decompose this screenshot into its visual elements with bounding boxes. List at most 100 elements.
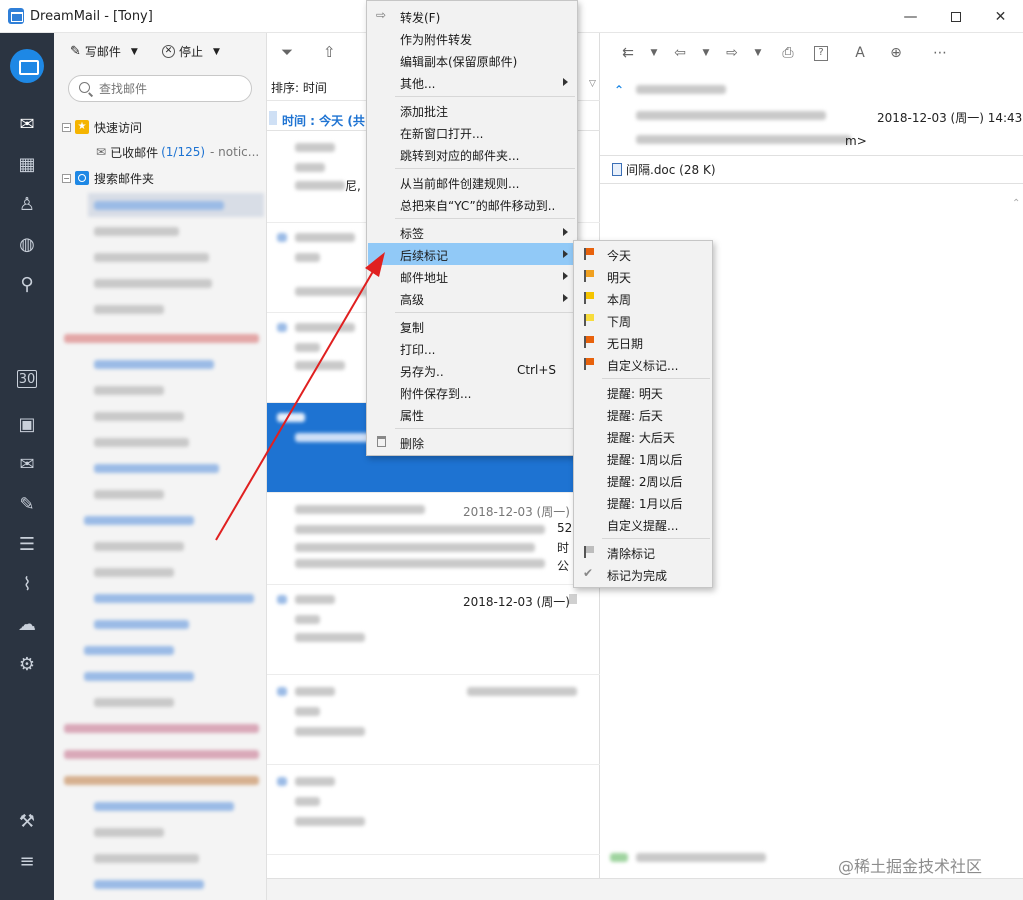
menu-item-other[interactable]: 其他... bbox=[368, 71, 576, 93]
tree-search-folders[interactable]: − 搜索邮件夹 bbox=[54, 166, 266, 190]
menu-item-goto-folder[interactable]: 跳转到对应的邮件夹... bbox=[368, 143, 576, 165]
maximize-button[interactable] bbox=[933, 0, 978, 33]
menu-item-delete[interactable]: 删除 bbox=[368, 431, 576, 453]
menu-item-save-as[interactable]: 另存为.. Ctrl+S bbox=[368, 359, 576, 381]
submenu-item-custom-reminder[interactable]: 自定义提醒... bbox=[575, 513, 711, 535]
menu-separator bbox=[395, 428, 575, 429]
submenu-item-remind-tomorrow[interactable]: 提醒: 明天 bbox=[575, 381, 711, 403]
submenu-item-tomorrow[interactable]: 明天 bbox=[575, 265, 711, 287]
checkmark-icon: ✔ bbox=[583, 566, 594, 580]
divider bbox=[600, 155, 1023, 156]
menu-item-copy[interactable]: 复制 bbox=[368, 315, 576, 337]
menu-item-properties[interactable]: 属性 bbox=[368, 403, 576, 425]
attachment-icon[interactable]: ⌇ bbox=[13, 570, 41, 598]
menu-item-save-attachments[interactable]: 附件保存到... bbox=[368, 381, 576, 403]
search-icon[interactable]: ⚲ bbox=[13, 270, 41, 298]
forward-icon[interactable]: ⇨ bbox=[722, 45, 742, 63]
tree-received-mail[interactable]: ✉ 已收邮件 (1/125) - notic... bbox=[54, 140, 266, 164]
filter-icon[interactable]: ⏷ bbox=[281, 43, 293, 61]
reply-all-icon[interactable]: ⇇ bbox=[618, 45, 638, 63]
menu-item-advanced[interactable]: 高级 bbox=[368, 287, 576, 309]
submenu-item-mark-complete[interactable]: ✔ 标记为完成 bbox=[575, 563, 711, 585]
upload-icon[interactable]: ⇧ bbox=[323, 43, 336, 61]
menu-separator bbox=[395, 312, 575, 313]
navigation-rail: ✉ ▦ ♙ ◍ ⚲ 30 ▣ ✉ ✎ ☰ ⌇ ☁ ⚙ ⚒ ≡ bbox=[0, 33, 54, 900]
compose-button[interactable]: ✎ 写邮件 ▼ bbox=[70, 43, 138, 60]
chevron-down-icon[interactable]: ▼ bbox=[213, 47, 220, 57]
search-input[interactable] bbox=[99, 80, 249, 98]
message-date: 2018-12-03 (周一) 14:43 bbox=[877, 111, 1023, 125]
status-bar bbox=[600, 878, 1023, 900]
print-icon[interactable]: ⎙ bbox=[778, 45, 798, 63]
message-item[interactable]: 2018-12-03 (周一) bbox=[267, 585, 600, 675]
cloud-icon[interactable]: ☁ bbox=[13, 610, 41, 638]
dreammail-logo-icon[interactable] bbox=[10, 49, 44, 83]
menu-item-tags[interactable]: 标签 bbox=[368, 221, 576, 243]
submenu-item-next-week[interactable]: 下周 bbox=[575, 309, 711, 331]
sort-dropdown-icon[interactable]: ▽ bbox=[589, 79, 596, 89]
mail-icon[interactable]: ✉ bbox=[13, 110, 41, 138]
search-field[interactable] bbox=[68, 75, 252, 102]
globe-icon[interactable]: ◍ bbox=[13, 230, 41, 258]
collapse-icon[interactable]: − bbox=[62, 122, 71, 132]
menu-icon[interactable]: ≡ bbox=[13, 847, 41, 875]
submenu-item-clear-flag[interactable]: 清除标记 bbox=[575, 541, 711, 563]
submenu-item-no-date[interactable]: 无日期 bbox=[575, 331, 711, 353]
tree-quick-access[interactable]: − ★ 快速访问 bbox=[54, 115, 266, 139]
address-book-icon[interactable]: ▣ bbox=[13, 410, 41, 438]
menu-item-add-annotation[interactable]: 添加批注 bbox=[368, 99, 576, 121]
contacts-icon[interactable]: ♙ bbox=[13, 190, 41, 218]
compose-pen-icon: ✎ bbox=[70, 44, 81, 59]
message-item[interactable]: 2018-12-03 (周一) 52 时 公 bbox=[267, 495, 600, 585]
menu-item-edit-copy[interactable]: 编辑副本(保留原邮件) bbox=[368, 49, 576, 71]
zoom-in-icon[interactable]: ⊕ bbox=[886, 45, 906, 63]
menu-item-print[interactable]: 打印... bbox=[368, 337, 576, 359]
message-date: 2018-12-03 (周一) bbox=[463, 595, 570, 609]
attachment-item[interactable]: 间隔.doc (28 K) bbox=[612, 161, 716, 178]
menu-item-create-rule[interactable]: 从当前邮件创建规则... bbox=[368, 171, 576, 193]
more-options-icon[interactable]: ⋯ bbox=[930, 45, 950, 63]
collapse-header-icon[interactable]: ⌃ bbox=[614, 83, 624, 97]
trash-icon bbox=[377, 436, 386, 447]
chevron-down-icon[interactable]: ▼ bbox=[696, 48, 716, 66]
menu-item-follow-up[interactable]: 后续标记 bbox=[368, 243, 576, 265]
submenu-item-remind-1-month[interactable]: 提醒: 1月以后 bbox=[575, 491, 711, 513]
settings-gear-icon[interactable]: ⚙ bbox=[13, 650, 41, 678]
stop-button[interactable]: ✕ 停止 ▼ bbox=[162, 43, 220, 60]
submenu-item-remind-1-week[interactable]: 提醒: 1周以后 bbox=[575, 447, 711, 469]
submenu-item-remind-2-weeks[interactable]: 提醒: 2周以后 bbox=[575, 469, 711, 491]
menu-item-forward[interactable]: ⇨ 转发(F) bbox=[368, 5, 576, 27]
submenu-item-this-week[interactable]: 本周 bbox=[575, 287, 711, 309]
message-item[interactable] bbox=[267, 675, 600, 765]
submenu-item-remind-3-days[interactable]: 提醒: 大后天 bbox=[575, 425, 711, 447]
chevron-down-icon[interactable]: ▼ bbox=[644, 48, 664, 66]
menu-item-forward-as-attachment[interactable]: 作为附件转发 bbox=[368, 27, 576, 49]
flag-icon[interactable] bbox=[569, 594, 577, 604]
inbox-icon[interactable]: ✉ bbox=[13, 450, 41, 478]
app-logo-icon bbox=[8, 8, 24, 24]
chevron-down-icon[interactable]: ▼ bbox=[131, 47, 138, 57]
notes-icon[interactable]: ☰ bbox=[13, 530, 41, 558]
menu-item-mail-address[interactable]: 邮件地址 bbox=[368, 265, 576, 287]
chevron-down-icon[interactable]: ▼ bbox=[748, 48, 768, 66]
message-item[interactable] bbox=[267, 765, 600, 855]
submenu-item-custom-flag[interactable]: 自定义标记... bbox=[575, 353, 711, 375]
reply-icon[interactable]: ⇦ bbox=[670, 45, 690, 63]
collapse-icon[interactable]: − bbox=[62, 173, 71, 183]
sort-label[interactable]: 排序: 时间 bbox=[271, 79, 327, 96]
pen-icon[interactable]: ✎ bbox=[13, 490, 41, 518]
minimize-button[interactable]: — bbox=[888, 0, 933, 33]
text-format-icon[interactable]: A bbox=[850, 45, 870, 63]
help-icon[interactable]: ? bbox=[814, 46, 828, 61]
menu-item-always-move[interactable]: 总把来自“YC”的邮件移动到.. bbox=[368, 193, 576, 215]
close-button[interactable]: ✕ bbox=[978, 0, 1023, 33]
tools-wrench-icon[interactable]: ⚒ bbox=[13, 807, 41, 835]
calendar-icon[interactable]: 30 bbox=[17, 370, 37, 388]
scroll-up-icon[interactable]: ⌃ bbox=[1012, 198, 1020, 209]
menu-item-open-new-window[interactable]: 在新窗口打开... bbox=[368, 121, 576, 143]
attachment-name[interactable]: 间隔.doc (28 K) bbox=[626, 161, 716, 178]
calendar-grid-icon[interactable]: ▦ bbox=[13, 150, 41, 178]
submenu-item-today[interactable]: 今天 bbox=[575, 243, 711, 265]
received-count: (1/125) bbox=[161, 145, 206, 159]
submenu-item-remind-day-after[interactable]: 提醒: 后天 bbox=[575, 403, 711, 425]
